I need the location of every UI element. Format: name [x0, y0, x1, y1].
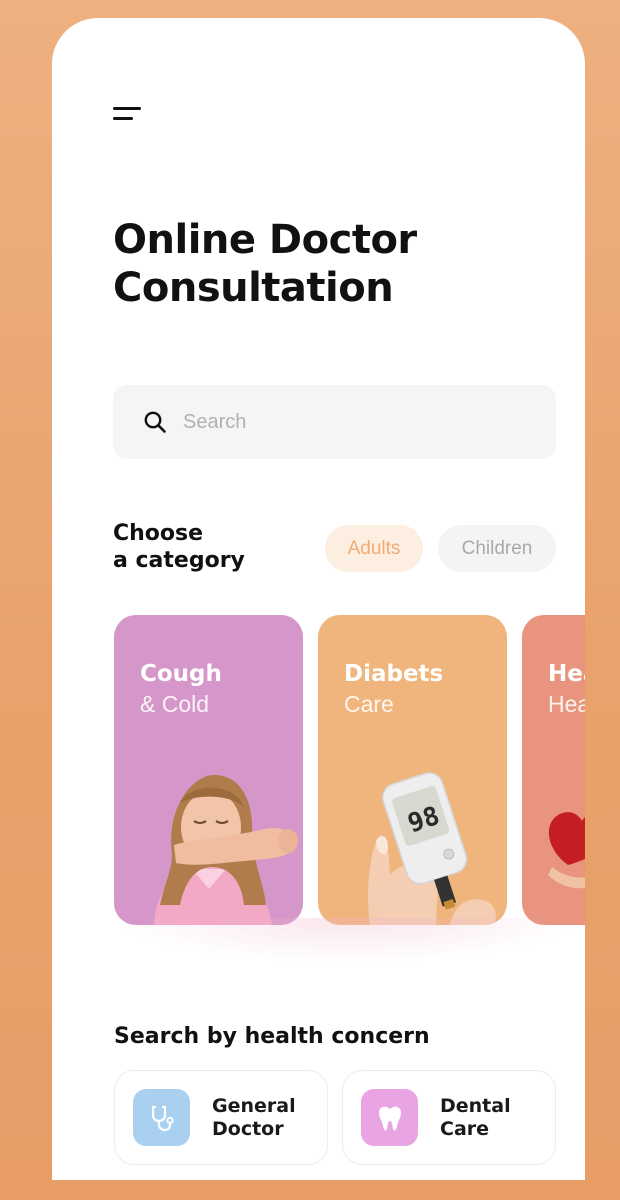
concern-label: Dental Care [440, 1095, 511, 1141]
coughing-girl-image [154, 775, 298, 925]
category-card-diabetes-care[interactable]: Diabets Care 98 [318, 615, 507, 925]
page-title: Online Doctor Consultation [113, 216, 513, 312]
search-bar[interactable] [113, 385, 556, 459]
card-subtitle: Health [548, 691, 585, 717]
filter-adults[interactable]: Adults [325, 525, 423, 572]
concern-label: General Doctor [212, 1095, 296, 1141]
concern-general-doctor[interactable]: General Doctor [114, 1070, 328, 1165]
page-title-line1: Online Doctor [113, 217, 417, 263]
concern-label-line2: Doctor [212, 1117, 284, 1140]
stethoscope-icon [133, 1089, 190, 1146]
concern-label-line1: Dental [440, 1094, 511, 1117]
heart-image [548, 812, 585, 889]
card-title: Cough [140, 661, 222, 687]
category-card-cough-cold[interactable]: Cough & Cold [114, 615, 303, 925]
concern-label-line1: General [212, 1094, 296, 1117]
search-icon [144, 411, 166, 433]
category-heading-line1: Choose [113, 521, 204, 546]
search-input[interactable] [183, 410, 503, 434]
page-title-line2: Consultation [113, 265, 394, 311]
card-subtitle: Care [344, 691, 394, 717]
filter-children[interactable]: Children [438, 525, 556, 572]
category-heading-line2: a category [113, 548, 245, 573]
health-concern-heading: Search by health concern [114, 1024, 430, 1049]
concern-dental-care[interactable]: Dental Care [342, 1070, 556, 1165]
phone-screen: Online Doctor Consultation Choose a cate… [52, 18, 585, 1180]
cards-shadow [114, 918, 585, 964]
category-card-heart-health[interactable]: Heart Health [522, 615, 585, 925]
category-carousel[interactable]: Cough & Cold Diabets Care 98 He Hea [114, 615, 585, 927]
category-heading: Choose a category [113, 520, 245, 574]
concern-label-line2: Care [440, 1117, 490, 1140]
hamburger-menu-icon[interactable] [113, 106, 145, 128]
glucose-meter-image: 98 [368, 772, 496, 925]
tooth-icon [361, 1089, 418, 1146]
card-title: Diabets [344, 661, 444, 687]
card-subtitle: & Cold [140, 691, 210, 717]
card-title: Heart [548, 661, 585, 687]
